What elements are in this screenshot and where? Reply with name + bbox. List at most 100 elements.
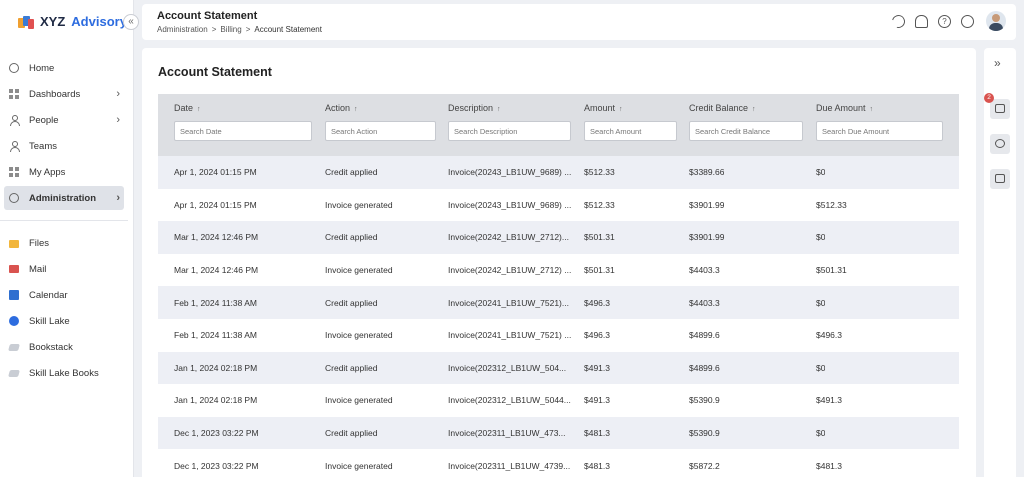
table-row[interactable]: Feb 1, 2024 11:38 AM Credit applied Invoic…	[158, 286, 959, 319]
table-row[interactable]: Jan 1, 2024 02:18 PM Invoice generated Inv…	[158, 384, 959, 417]
sidebar-app-skill-lake-books[interactable]: Skill Lake Books	[4, 361, 124, 385]
search-due-amount-input[interactable]	[816, 121, 943, 141]
table-row[interactable]: Jan 1, 2024 02:18 PM Credit applied Invoic…	[158, 351, 959, 385]
card-title: Account Statement	[158, 65, 272, 79]
header-actions: ?	[889, 11, 1006, 31]
cell-due-amount: $496.3	[816, 330, 842, 341]
sidebar-collapse-button[interactable]: «	[123, 14, 139, 30]
cell-action: Credit applied	[325, 428, 378, 439]
cell-due-amount: $512.33	[816, 199, 847, 210]
table-row[interactable]: Apr 1, 2024 01:15 PM Credit applied Invoic…	[158, 156, 959, 189]
sort-icon[interactable]: ↑	[354, 106, 358, 113]
column-header-credit-balance[interactable]: Credit Balance ↑	[689, 103, 756, 113]
chevron-right-icon: ›	[116, 88, 120, 100]
breadcrumb-item-billing[interactable]: Billing	[220, 25, 241, 34]
cell-credit-balance: $3389.66	[689, 167, 725, 178]
cell-amount: $491.3	[584, 362, 610, 373]
book-icon	[8, 343, 20, 351]
breadcrumb-separator: >	[245, 25, 251, 34]
table-row[interactable]: Mar 1, 2024 12:46 PM Credit applied Invoic…	[158, 221, 959, 254]
cell-amount: $481.3	[584, 428, 610, 439]
sort-icon[interactable]: ↑	[619, 106, 623, 113]
expand-panel-button[interactable]: »	[994, 56, 1001, 70]
cell-description: Invoice(20241_LB1UW_7521) ...	[448, 330, 572, 341]
sidebar-app-mail[interactable]: Mail	[4, 257, 124, 281]
breadcrumb-item-administration[interactable]: Administration	[157, 25, 208, 34]
cell-description: Invoice(20242_LB1UW_2712)...	[448, 232, 569, 243]
cell-credit-balance: $3901.99	[689, 199, 725, 210]
brand-mark-icon	[18, 15, 34, 29]
cell-due-amount: $501.31	[816, 265, 847, 276]
dark-mode-icon[interactable]	[889, 12, 908, 30]
sidebar-app-files[interactable]: Files	[4, 231, 124, 255]
sidebar-item-people[interactable]: People ›	[4, 108, 124, 132]
column-header-description[interactable]: Description ↑	[448, 103, 501, 113]
sidebar-item-label: Mail	[29, 263, 47, 275]
column-header-due-amount[interactable]: Due Amount ↑	[816, 103, 873, 113]
column-header-amount[interactable]: Amount ↑	[584, 103, 623, 113]
chevron-right-icon: ›	[116, 192, 120, 204]
table-row[interactable]: Apr 1, 2024 01:15 PM Invoice generated Inv…	[158, 188, 959, 222]
cell-description: Invoice(20243_LB1UW_9689) ...	[448, 167, 572, 178]
cell-action: Credit applied	[325, 167, 378, 178]
table-row[interactable]: Dec 1, 2023 03:22 PM Invoice generated Inv…	[158, 449, 959, 477]
cell-credit-balance: $3901.99	[689, 232, 725, 243]
table-header: Date ↑ Action ↑ Description ↑ Amount ↑ Credi…	[158, 94, 959, 156]
column-header-date[interactable]: Date ↑	[174, 103, 201, 113]
sidebar-app-bookstack[interactable]: Bookstack	[4, 335, 124, 359]
sort-icon[interactable]: ↑	[870, 106, 874, 113]
search-description-input[interactable]	[448, 121, 571, 141]
table-row[interactable]: Dec 1, 2023 03:22 PM Credit applied Invoic…	[158, 416, 959, 450]
sort-icon[interactable]: ↑	[497, 106, 501, 113]
bell-icon[interactable]	[915, 14, 928, 28]
page-title: Account Statement	[157, 10, 258, 22]
search-date-input[interactable]	[174, 121, 312, 141]
sort-icon[interactable]: ↑	[197, 106, 201, 113]
cell-due-amount: $0	[816, 362, 826, 373]
account-statement-table: Date ↑ Action ↑ Description ↑ Amount ↑ Credi…	[158, 94, 959, 477]
contacts-button[interactable]	[990, 134, 1010, 154]
cell-date: Apr 1, 2024 01:15 PM	[174, 167, 257, 178]
help-icon[interactable]: ?	[938, 14, 951, 28]
sidebar-item-teams[interactable]: Teams	[4, 134, 124, 158]
table-row[interactable]: Mar 1, 2024 12:46 PM Invoice generated Inv…	[158, 253, 959, 287]
globe-icon[interactable]	[961, 14, 974, 28]
cell-amount: $512.33	[584, 199, 615, 210]
right-panel: » 2	[984, 48, 1016, 477]
sidebar-nav: Home Dashboards › People › Teams My Apps…	[0, 56, 128, 387]
sidebar-app-skill-lake[interactable]: Skill Lake	[4, 309, 124, 333]
cell-credit-balance: $5872.2	[689, 460, 720, 471]
cell-due-amount: $491.3	[816, 395, 842, 406]
cell-date: Jan 1, 2024 02:18 PM	[174, 395, 258, 406]
cell-description: Invoice(20241_LB1UW_7521)...	[448, 297, 569, 308]
breadcrumb: Administration > Billing > Account State…	[157, 25, 322, 34]
sidebar-item-label: Files	[29, 237, 50, 249]
video-button[interactable]	[990, 169, 1010, 189]
sidebar-item-label: Skill Lake	[29, 315, 70, 327]
column-header-action[interactable]: Action ↑	[325, 103, 358, 113]
chat-button[interactable]	[990, 99, 1010, 119]
people-icon	[9, 115, 20, 126]
search-amount-input[interactable]	[584, 121, 677, 141]
sidebar-app-calendar[interactable]: Calendar	[4, 283, 124, 307]
cell-amount: $512.33	[584, 167, 615, 178]
apps-icon	[9, 167, 19, 177]
sidebar-item-my-apps[interactable]: My Apps	[4, 160, 124, 184]
top-header: Account Statement Administration > Billi…	[142, 4, 1016, 40]
sidebar-item-home[interactable]: Home	[4, 56, 124, 80]
brand-logo[interactable]: XYZ Advisory	[18, 14, 127, 29]
cell-credit-balance: $4899.6	[689, 362, 720, 373]
cell-amount: $491.3	[584, 395, 610, 406]
cell-amount: $481.3	[584, 460, 610, 471]
cell-date: Dec 1, 2023 03:22 PM	[174, 460, 259, 471]
sidebar-item-label: My Apps	[29, 166, 66, 178]
table-row[interactable]: Feb 1, 2024 11:38 AM Invoice generated Inv…	[158, 318, 959, 352]
folder-icon	[9, 240, 19, 248]
search-action-input[interactable]	[325, 121, 436, 141]
search-credit-balance-input[interactable]	[689, 121, 803, 141]
sidebar-item-administration[interactable]: Administration ›	[4, 186, 124, 210]
sort-icon[interactable]: ↑	[752, 106, 756, 113]
avatar[interactable]	[986, 11, 1006, 31]
sidebar-item-dashboards[interactable]: Dashboards ›	[4, 82, 124, 106]
cell-amount: $496.3	[584, 330, 610, 341]
